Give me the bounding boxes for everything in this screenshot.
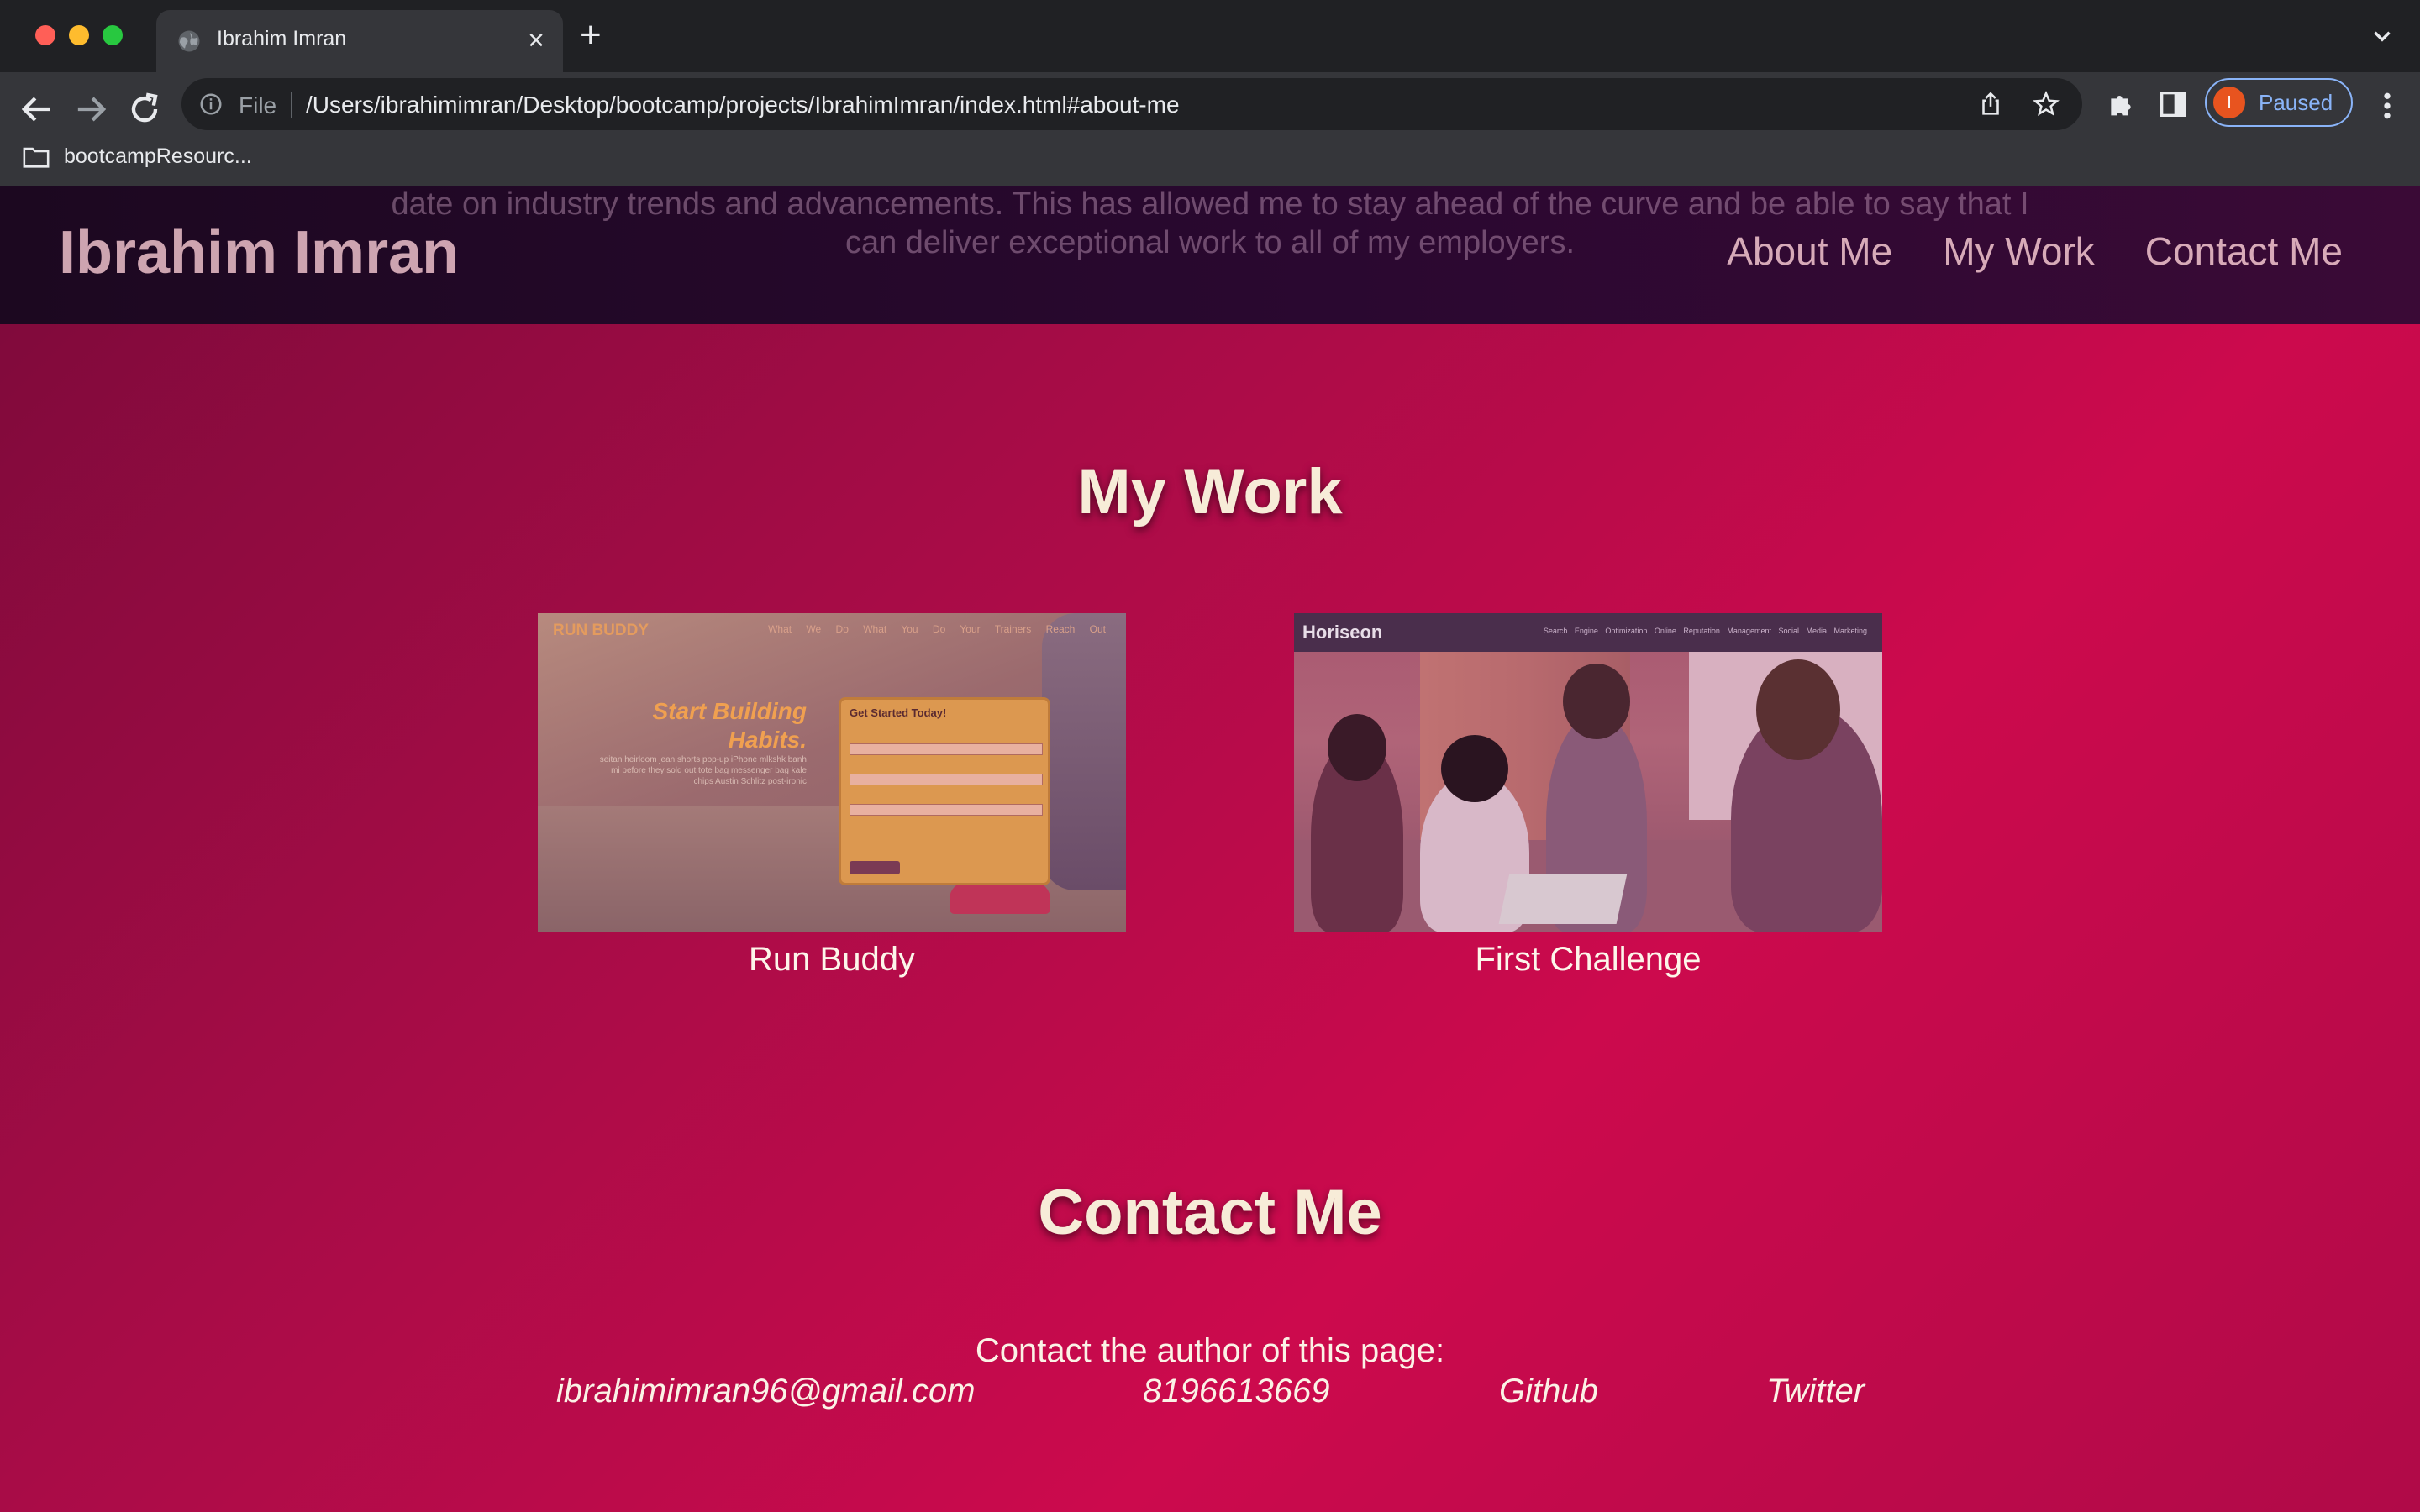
browser-tab-bar: Ibrahim Imran × + bbox=[0, 0, 2420, 72]
contact-intro: Contact the author of this page: bbox=[975, 1332, 1445, 1369]
nav-about-me[interactable]: About Me bbox=[1727, 228, 1892, 274]
thumb-headline: Start Building Habits. bbox=[652, 698, 807, 753]
github-link[interactable]: Github bbox=[1499, 1373, 1598, 1410]
address-bar[interactable]: File /Users/ibrahimimran/Desktop/bootcam… bbox=[182, 78, 2082, 130]
shoe-graphic bbox=[950, 882, 1050, 914]
twitter-link[interactable]: Twitter bbox=[1766, 1373, 1865, 1410]
thumb-header-bar: Horiseon Search Engine Optimization Onli… bbox=[1294, 613, 1882, 652]
web-page: date on industry trends and advancements… bbox=[0, 186, 2420, 1512]
forward-icon[interactable] bbox=[69, 87, 113, 131]
bookmark-label: bootcampResourc... bbox=[64, 144, 252, 168]
more-vert-icon[interactable] bbox=[2375, 89, 2400, 123]
reload-icon[interactable] bbox=[123, 87, 166, 131]
profile-button[interactable]: I Paused bbox=[2205, 78, 2353, 127]
thumb-form-field bbox=[850, 774, 1043, 785]
head-graphic bbox=[1441, 735, 1508, 802]
plus-icon[interactable]: + bbox=[580, 17, 602, 54]
site-header: date on industry trends and advancements… bbox=[0, 186, 2420, 324]
thumb-form-field bbox=[850, 743, 1043, 755]
share-icon[interactable] bbox=[1976, 90, 2005, 118]
thumb-brand: Horiseon bbox=[1302, 622, 1383, 643]
nav-my-work[interactable]: My Work bbox=[1943, 228, 2095, 274]
nav-contact-me[interactable]: Contact Me bbox=[2145, 228, 2343, 274]
contact-links: ibrahimimran96@gmail.com 8196613669 Gith… bbox=[0, 1373, 2420, 1415]
close-window-button[interactable] bbox=[35, 25, 55, 45]
email-link[interactable]: ibrahimimran96@gmail.com bbox=[556, 1373, 976, 1410]
zoom-window-button[interactable] bbox=[103, 25, 123, 45]
project-card-first-challenge[interactable]: Horiseon Search Engine Optimization Onli… bbox=[1294, 613, 1882, 979]
project-caption[interactable]: Run Buddy bbox=[538, 941, 1126, 979]
thumb-brand: RUN BUDDY bbox=[553, 622, 649, 639]
thumb-links: Search Engine Optimization Online Reputa… bbox=[1543, 627, 1867, 635]
site-title: Ibrahim Imran bbox=[59, 219, 460, 286]
thumb-signup-form: Get Started Today! bbox=[839, 697, 1050, 885]
profile-status: Paused bbox=[2259, 90, 2333, 115]
head-graphic bbox=[1328, 714, 1386, 781]
address-divider bbox=[291, 92, 292, 118]
scheme-label: File bbox=[239, 92, 277, 118]
head-graphic bbox=[1756, 659, 1840, 760]
head-graphic bbox=[1563, 664, 1630, 739]
my-work-heading: My Work bbox=[1077, 456, 1343, 528]
close-icon[interactable]: × bbox=[528, 24, 544, 57]
contact-me-heading: Contact Me bbox=[1038, 1177, 1382, 1248]
laptop-graphic bbox=[1498, 874, 1628, 924]
site-nav: About Me My Work Contact Me bbox=[1727, 228, 2343, 274]
runner-leg-graphic bbox=[1042, 613, 1126, 890]
url-text[interactable]: /Users/ibrahimimran/Desktop/bootcamp/pro… bbox=[306, 92, 1180, 118]
globe-icon bbox=[178, 30, 200, 52]
project-screenshot[interactable]: Horiseon Search Engine Optimization Onli… bbox=[1294, 613, 1882, 932]
project-caption[interactable]: First Challenge bbox=[1294, 941, 1882, 979]
phone-link[interactable]: 8196613669 bbox=[1143, 1373, 1329, 1410]
thumb-form-field bbox=[850, 804, 1043, 816]
info-icon[interactable] bbox=[198, 92, 224, 117]
avatar: I bbox=[2213, 87, 2245, 118]
chevron-down-icon[interactable] bbox=[2368, 22, 2396, 50]
thumb-body-text: seitan heirloom jean shorts pop-up iPhon… bbox=[599, 755, 807, 786]
thumb-form-button bbox=[850, 861, 900, 874]
side-panel-icon[interactable] bbox=[2156, 87, 2190, 121]
project-card-run-buddy[interactable]: RUN BUDDY What We Do What You Do Your Tr… bbox=[538, 613, 1126, 979]
star-icon[interactable] bbox=[2032, 90, 2060, 118]
project-screenshot[interactable]: RUN BUDDY What We Do What You Do Your Tr… bbox=[538, 613, 1126, 932]
browser-toolbar: File /Users/ibrahimimran/Desktop/bootcam… bbox=[0, 72, 2420, 202]
folder-icon bbox=[23, 147, 50, 168]
thumb-form-title: Get Started Today! bbox=[850, 706, 947, 719]
tab-title: Ibrahim Imran bbox=[217, 27, 347, 50]
back-icon[interactable] bbox=[15, 87, 59, 131]
puzzle-icon[interactable] bbox=[2104, 87, 2138, 121]
thumb-links: What We Do What You Do Your Trainers Rea… bbox=[768, 623, 1106, 635]
minimize-window-button[interactable] bbox=[69, 25, 89, 45]
browser-tab[interactable]: Ibrahim Imran × bbox=[156, 10, 563, 72]
